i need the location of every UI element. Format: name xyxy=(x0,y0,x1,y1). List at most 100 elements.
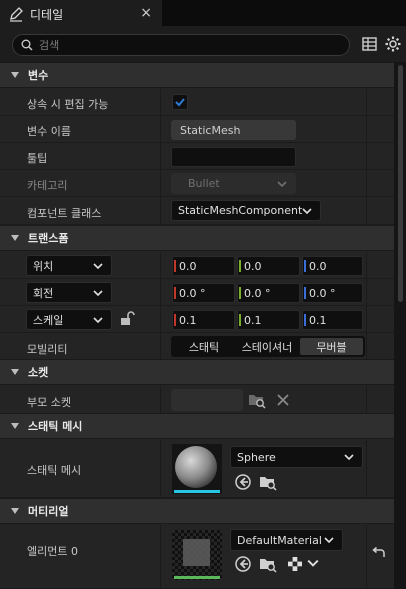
unlock-icon[interactable] xyxy=(119,310,135,326)
component-class-dropdown[interactable]: StaticMeshComponent xyxy=(171,200,321,221)
z-axis-bar xyxy=(304,287,306,299)
right-divider xyxy=(366,279,367,306)
search-box[interactable] xyxy=(12,34,350,56)
scale-z-field[interactable]: 0.1 xyxy=(302,310,363,330)
scale-y-field[interactable]: 0.1 xyxy=(237,310,300,330)
collapse-arrow-icon xyxy=(11,423,19,429)
rotation-label: 회전 xyxy=(33,286,54,300)
location-x-value: 0.0 xyxy=(179,259,197,273)
column-divider xyxy=(160,143,161,170)
z-axis-bar xyxy=(304,260,306,272)
browse-asset-icon[interactable] xyxy=(259,555,277,573)
column-divider xyxy=(160,306,161,333)
row-parent-socket: 부모 소켓 xyxy=(0,386,394,414)
location-dropdown[interactable]: 위치 xyxy=(26,255,112,276)
mobility-movable[interactable]: 무버블 xyxy=(300,338,363,355)
right-divider xyxy=(366,197,367,225)
section-transform[interactable]: 트랜스폼 xyxy=(0,225,394,251)
static-mesh-thumbnail[interactable] xyxy=(172,444,222,494)
vertical-scrollbar[interactable] xyxy=(395,62,406,589)
right-divider xyxy=(366,333,367,361)
section-title: 스태틱 메시 xyxy=(28,420,83,433)
right-divider xyxy=(366,143,367,170)
tooltip-label: 툴팁 xyxy=(27,152,48,165)
browse-asset-icon[interactable] xyxy=(259,473,277,491)
rotation-y-value: 0.0 ° xyxy=(244,286,271,300)
location-y-value: 0.0 xyxy=(244,259,262,273)
check-icon xyxy=(175,98,185,107)
scale-label: 스케일 xyxy=(33,313,64,327)
scrollbar-thumb[interactable] xyxy=(398,65,403,302)
rotation-z-field[interactable]: 0.0 ° xyxy=(302,283,363,303)
sphere-preview-icon xyxy=(172,444,222,494)
parent-socket-label: 부모 소켓 xyxy=(27,396,71,409)
texture-checker-icon[interactable] xyxy=(286,555,304,573)
column-divider xyxy=(160,386,161,414)
location-x-field[interactable]: 0.0 xyxy=(172,256,235,276)
reset-to-default-icon[interactable] xyxy=(370,545,388,563)
chevron-down-icon xyxy=(344,454,354,461)
section-variables[interactable]: 변수 xyxy=(0,62,394,88)
gear-icon[interactable] xyxy=(384,35,402,53)
column-divider xyxy=(160,440,161,498)
parent-socket-field[interactable] xyxy=(171,389,243,411)
use-selected-icon[interactable] xyxy=(234,473,252,491)
location-z-field[interactable]: 0.0 xyxy=(302,256,363,276)
mobility-stationary[interactable]: 스테이셔너 xyxy=(237,338,297,355)
pencil-icon xyxy=(10,7,23,22)
rotation-x-field[interactable]: 0.0 ° xyxy=(172,283,235,303)
tab-bar: 디테일 × xyxy=(0,0,406,26)
location-label: 위치 xyxy=(33,259,54,273)
scale-z-value: 0.1 xyxy=(309,313,327,327)
section-materials[interactable]: 머티리얼 xyxy=(0,498,394,524)
column-divider xyxy=(160,116,161,143)
clear-icon[interactable] xyxy=(274,391,292,409)
category-value: Bullet xyxy=(188,177,220,190)
tooltip-field[interactable] xyxy=(171,147,296,167)
static-mesh-dropdown[interactable]: Sphere xyxy=(230,446,363,468)
rotation-y-field[interactable]: 0.0 ° xyxy=(237,283,300,303)
category-dropdown[interactable]: Bullet xyxy=(171,173,296,194)
material-dropdown[interactable]: DefaultMaterial xyxy=(230,529,343,551)
row-mobility: 모빌리티 스태틱 스테이셔너 무버블 xyxy=(0,333,394,361)
collapse-arrow-icon xyxy=(11,508,19,514)
scale-x-field[interactable]: 0.1 xyxy=(172,310,235,330)
section-sockets[interactable]: 소켓 xyxy=(0,359,394,385)
mobility-static[interactable]: 스태틱 xyxy=(173,338,235,355)
y-axis-bar xyxy=(239,314,241,326)
rotation-dropdown[interactable]: 회전 xyxy=(26,282,112,303)
table-view-icon[interactable] xyxy=(361,35,379,53)
row-material-element: 엘리먼트 0 DefaultMaterial xyxy=(0,525,394,589)
browse-folder-icon[interactable] xyxy=(248,391,266,409)
tab-details[interactable]: 디테일 × xyxy=(0,0,162,26)
chevron-down-icon xyxy=(93,289,103,296)
search-input[interactable] xyxy=(39,38,329,52)
chevron-down-icon xyxy=(277,180,287,187)
collapse-arrow-icon xyxy=(11,72,19,78)
location-y-field[interactable]: 0.0 xyxy=(237,256,300,276)
chevron-down-icon[interactable] xyxy=(307,557,319,569)
use-selected-icon[interactable] xyxy=(234,555,252,573)
right-divider xyxy=(366,89,367,116)
editable-label: 상속 시 편집 가능 xyxy=(27,98,109,111)
material-thumbnail[interactable] xyxy=(172,530,222,580)
static-mesh-value: Sphere xyxy=(237,450,276,464)
column-divider xyxy=(160,89,161,116)
rotation-x-value: 0.0 ° xyxy=(179,286,206,300)
section-title: 머티리얼 xyxy=(28,505,69,518)
section-title: 소켓 xyxy=(28,366,49,379)
right-divider xyxy=(366,252,367,279)
scale-dropdown[interactable]: 스케일 xyxy=(26,309,112,330)
editable-checkbox[interactable] xyxy=(172,94,188,110)
section-static-mesh[interactable]: 스태틱 메시 xyxy=(0,413,394,439)
row-static-mesh: 스태틱 메시 Sphere xyxy=(0,440,394,498)
row-editable: 상속 시 편집 가능 xyxy=(0,89,394,116)
close-icon[interactable]: × xyxy=(140,5,152,21)
column-divider xyxy=(160,170,161,197)
variable-name-label: 변수 이름 xyxy=(27,125,71,138)
row-scale: 스케일 0.1 0.1 0.1 xyxy=(0,306,394,333)
variable-name-field[interactable]: StaticMesh xyxy=(171,120,296,140)
right-divider xyxy=(366,116,367,143)
right-divider xyxy=(366,306,367,333)
scale-y-value: 0.1 xyxy=(244,313,262,327)
